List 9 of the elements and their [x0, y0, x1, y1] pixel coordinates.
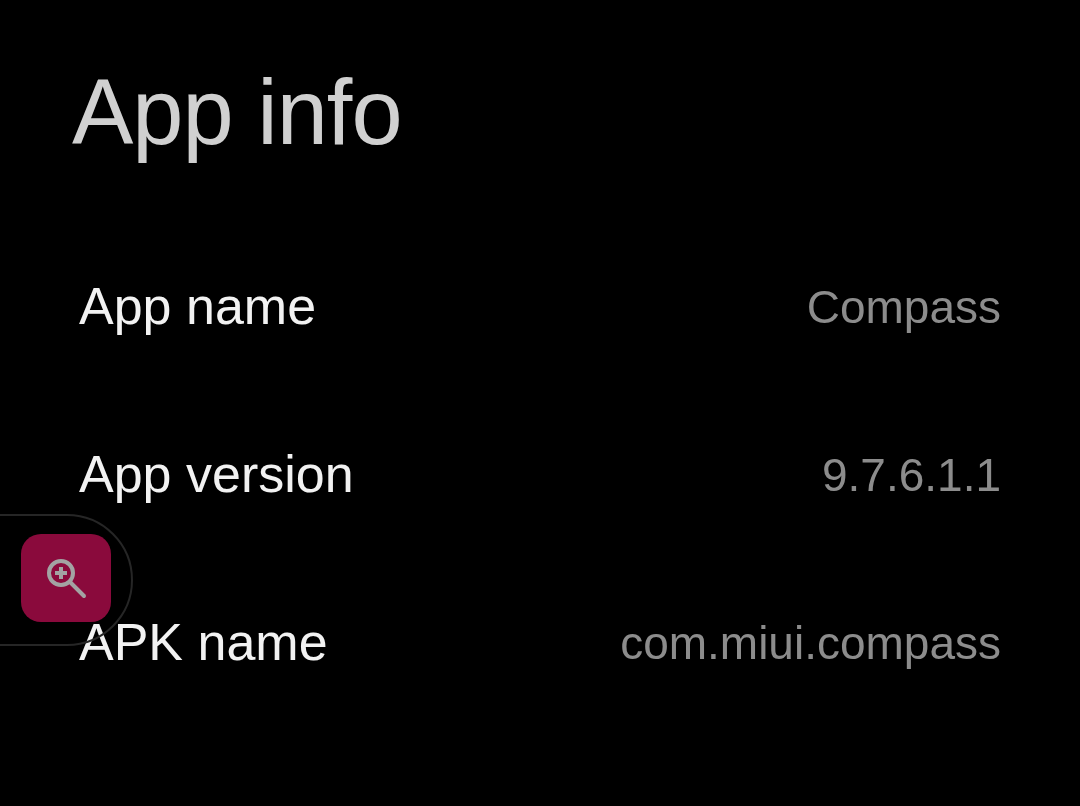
zoom-button[interactable]	[21, 534, 111, 622]
row-label: App name	[79, 277, 317, 337]
page-title: App info	[72, 60, 402, 165]
row-value: Compass	[806, 280, 1001, 334]
row-value: 9.7.6.1.1	[821, 448, 1001, 502]
zoom-in-icon	[45, 557, 87, 599]
row-label: APK name	[79, 613, 328, 673]
row-value: com.miui.compass	[620, 616, 1001, 670]
row-label: App version	[79, 445, 354, 505]
